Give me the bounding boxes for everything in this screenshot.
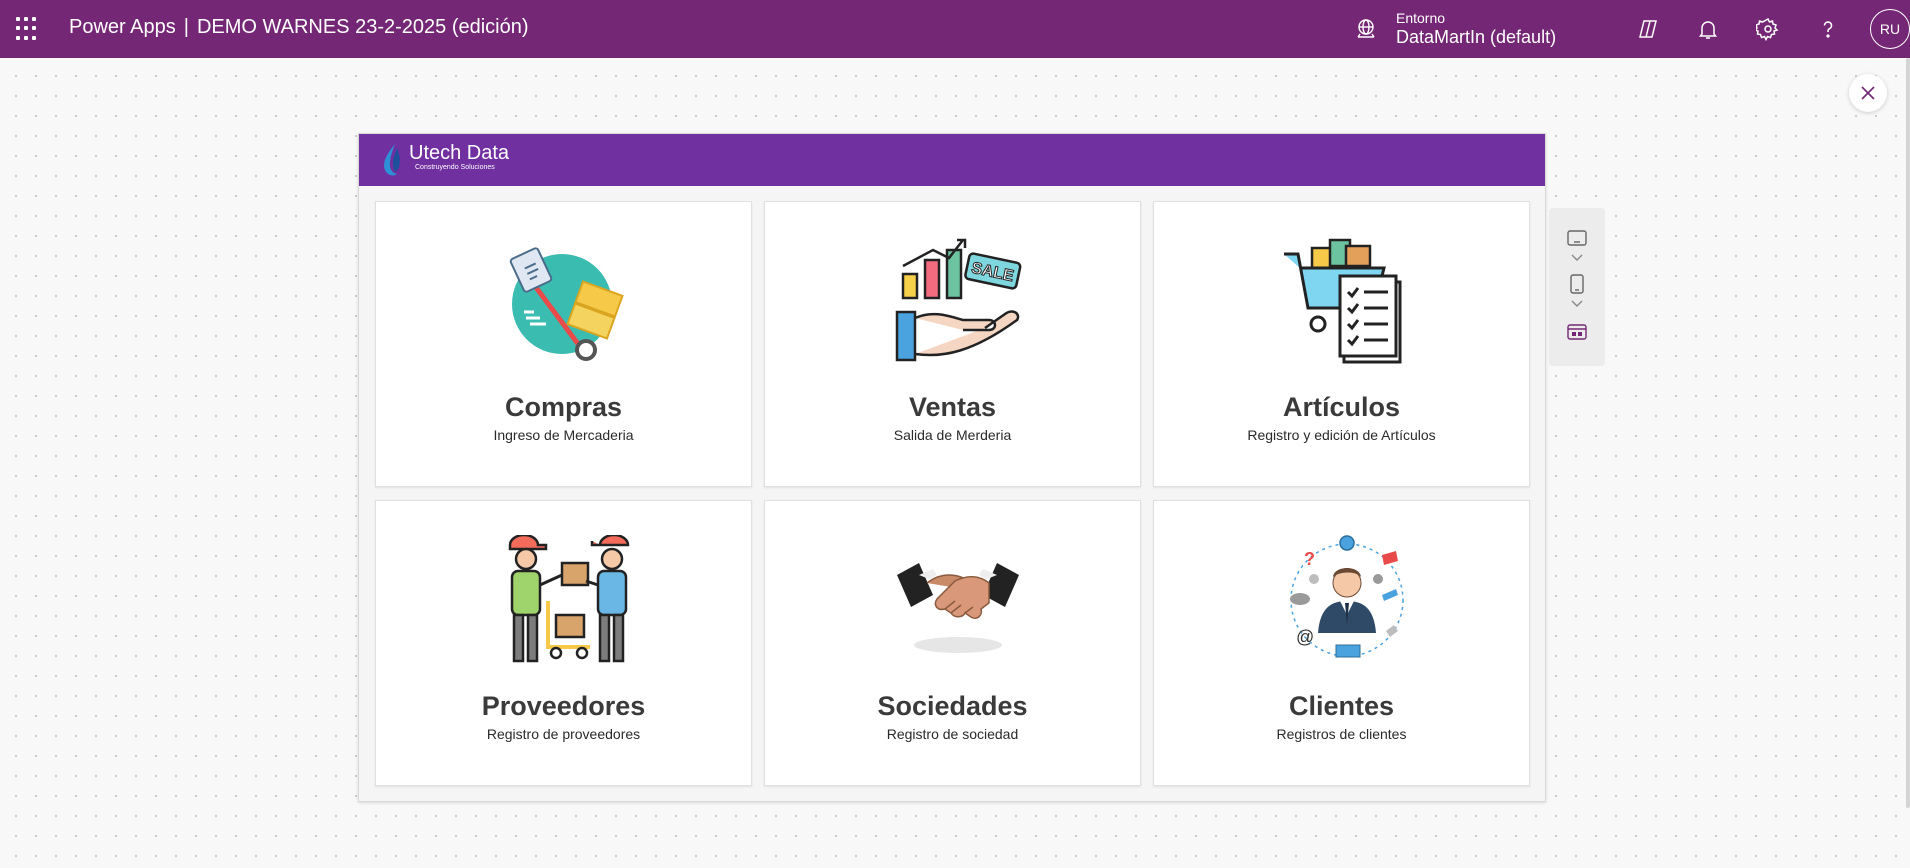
chevron-down-icon[interactable] <box>1571 254 1583 262</box>
environment-value: DataMartIn (default) <box>1396 27 1557 47</box>
card-ventas[interactable]: SALE Ventas Salida de Merderia <box>764 201 1141 487</box>
waffle-icon[interactable] <box>16 17 40 41</box>
card-proveedores[interactable]: Proveedores Registro de proveedores <box>375 500 752 786</box>
close-icon <box>1861 86 1875 100</box>
card-subtitle: Registro y edición de Artículos <box>1247 427 1436 443</box>
card-clientes[interactable]: ? @ Clientes Registros de clientes <box>1153 500 1530 786</box>
app-title: Power Apps | DEMO WARNES 23-2-2025 (edició… <box>69 16 529 39</box>
close-preview-button[interactable] <box>1849 74 1887 112</box>
card-title: Ventas <box>908 392 997 422</box>
scrollbar[interactable] <box>1906 58 1910 808</box>
environment-picker[interactable]: Entorno DataMartIn (default) <box>1354 6 1556 52</box>
drop-logo-icon <box>384 144 400 176</box>
environment-label: Entorno <box>1396 10 1446 26</box>
card-subtitle: Registros de clientes <box>1276 726 1407 742</box>
company-logo: Utech Data Construyendo Soluciones <box>379 142 509 178</box>
chevron-down-icon[interactable] <box>1571 300 1583 308</box>
gear-icon[interactable] <box>1753 14 1783 44</box>
svg-text:@: @ <box>1296 627 1314 647</box>
card-title: Artículos <box>1282 392 1401 422</box>
handshake-icon <box>897 563 1019 653</box>
svg-text:?: ? <box>1304 549 1315 569</box>
bell-icon[interactable] <box>1693 14 1723 44</box>
title-separator: | <box>183 16 189 38</box>
delivery-trolley-icon <box>509 247 624 361</box>
app-canvas: Utech Data Construyendo Soluciones Compr… <box>358 133 1546 802</box>
businessman-network-icon: ? @ <box>1290 535 1404 658</box>
product-name: Power Apps <box>69 16 176 38</box>
logo-tagline: Construyendo Soluciones <box>415 164 495 171</box>
card-subtitle: Registro de proveedores <box>486 726 641 742</box>
card-title: Sociedades <box>877 691 1028 721</box>
top-bar: Power Apps | DEMO WARNES 23-2-2025 (edició… <box>0 0 1910 58</box>
help-icon[interactable] <box>1813 14 1843 44</box>
logo-title: Utech Data <box>409 142 510 164</box>
card-title: Clientes <box>1288 691 1395 721</box>
device-preview-panel <box>1549 208 1605 366</box>
avatar[interactable]: RU <box>1870 9 1910 49</box>
phone-icon[interactable] <box>1565 272 1589 296</box>
environment-icon <box>1357 19 1375 38</box>
card-subtitle: Ingreso de Mercaderia <box>493 427 634 443</box>
fit-to-window-icon[interactable] <box>1565 320 1589 344</box>
card-title: Proveedores <box>481 691 646 721</box>
tablet-icon[interactable] <box>1565 226 1589 250</box>
card-subtitle: Salida de Merderia <box>893 427 1012 443</box>
card-compras[interactable]: Compras Ingreso de Mercaderia <box>375 201 752 487</box>
cart-checklist-icon <box>1284 238 1402 364</box>
card-title: Compras <box>504 392 623 422</box>
app-header: Utech Data Construyendo Soluciones <box>359 134 1545 186</box>
card-articulos[interactable]: Artículos Registro y edición de Artículo… <box>1153 201 1530 487</box>
card-subtitle: Registro de sociedad <box>886 726 1019 742</box>
delivery-workers-icon <box>508 535 630 663</box>
sale-hand-chart-icon: SALE <box>895 238 1022 362</box>
app-name: DEMO WARNES 23-2-2025 (edición) <box>196 16 529 38</box>
copilot-icon[interactable] <box>1633 14 1663 44</box>
card-sociedades[interactable]: Sociedades Registro de sociedad <box>764 500 1141 786</box>
